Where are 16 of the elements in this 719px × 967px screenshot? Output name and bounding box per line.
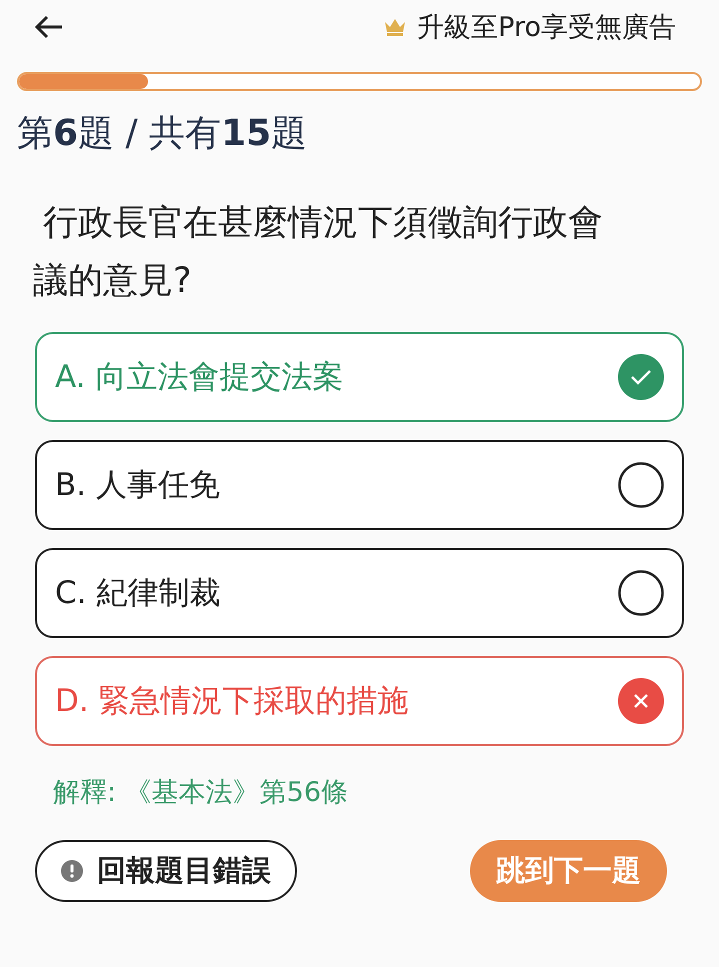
answer-option[interactable]: B. 人事任免 <box>35 440 684 530</box>
cross-icon <box>618 678 664 724</box>
answer-option[interactable]: D. 緊急情況下採取的措施 <box>35 656 684 746</box>
check-icon <box>618 354 664 400</box>
answer-option[interactable]: C. 紀律制裁 <box>35 548 684 638</box>
radio-circle-icon <box>618 462 664 508</box>
back-arrow-icon[interactable] <box>34 15 64 39</box>
alert-icon <box>61 860 83 882</box>
report-error-button[interactable]: 回報題目錯誤 <box>35 840 297 902</box>
question-text: 行政長官在甚麼情況下須徵詢行政會議的意見? <box>33 202 604 303</box>
upgrade-link[interactable]: 升級至Pro享受無廣告 <box>383 9 676 45</box>
explanation-text: 解釋: 《基本法》第56條 <box>53 776 350 810</box>
answer-option[interactable]: A. 向立法會提交法案 <box>35 332 684 422</box>
crown-icon <box>383 17 408 37</box>
question-counter: 第6題 / 共有15題 <box>17 112 308 156</box>
radio-circle-icon <box>618 570 664 616</box>
